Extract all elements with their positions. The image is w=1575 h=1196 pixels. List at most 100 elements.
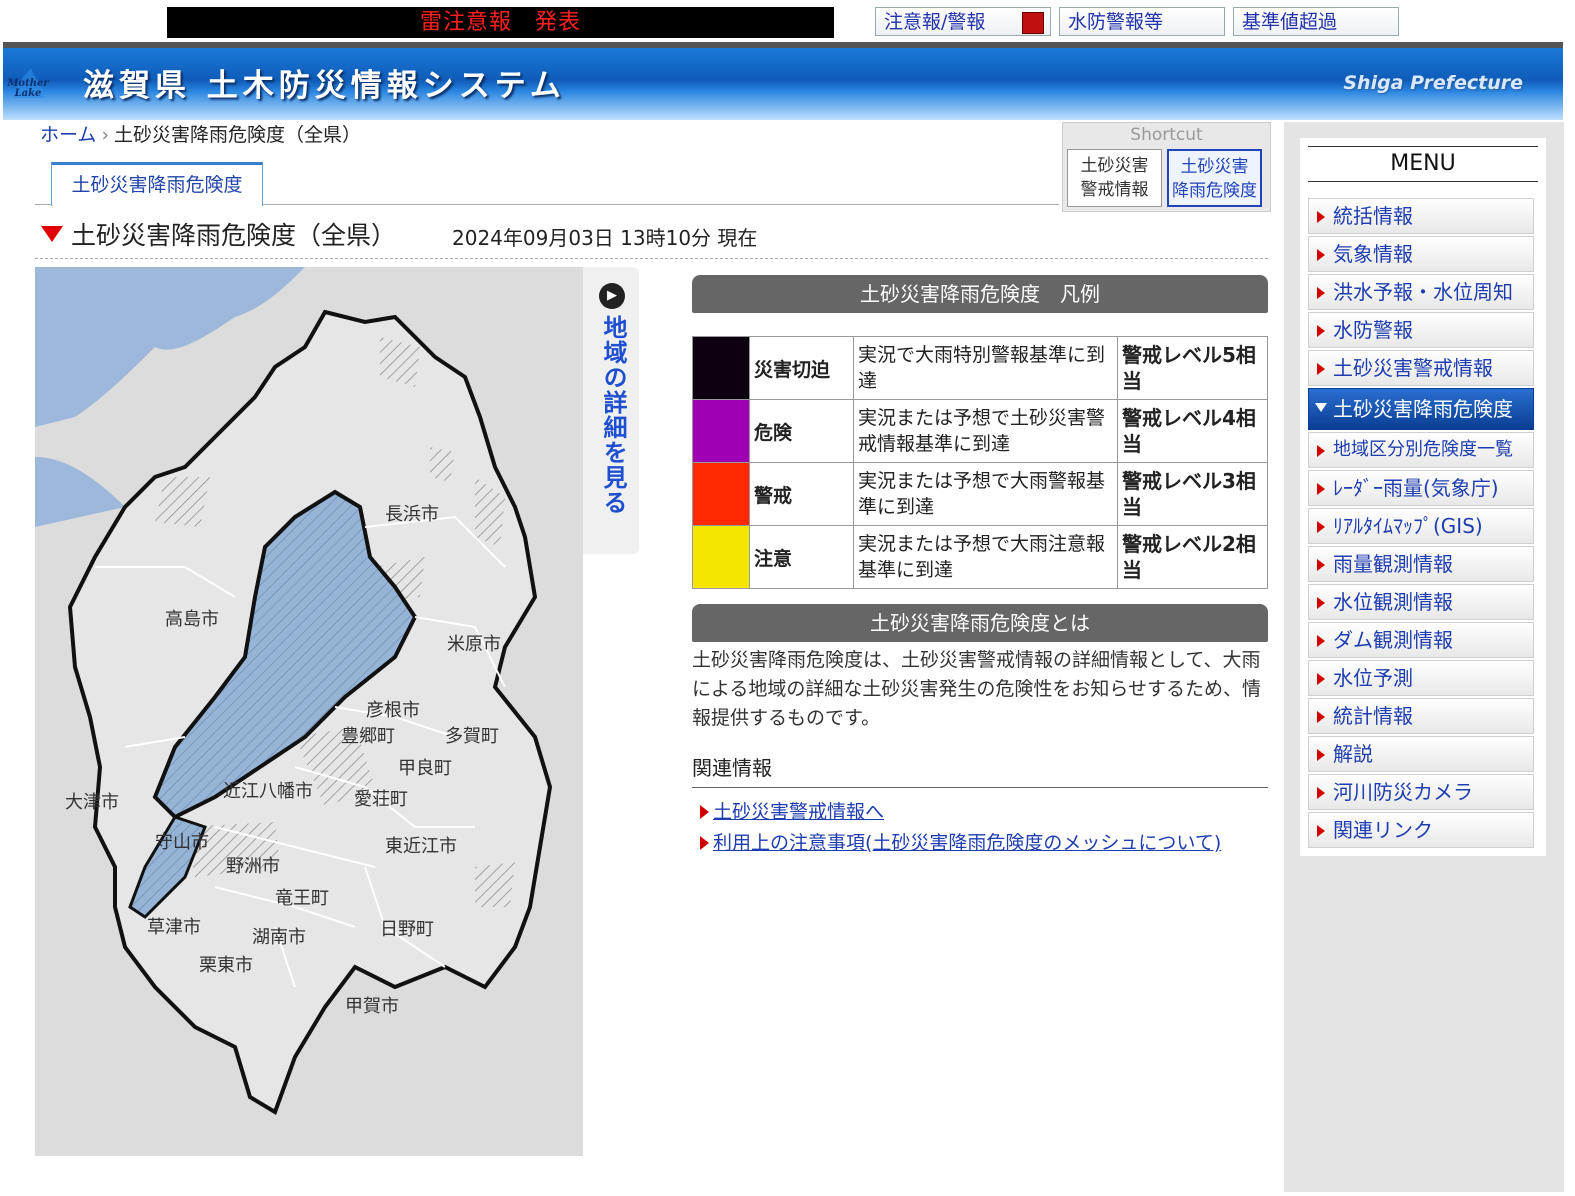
breadcrumb-home-link[interactable]: ホーム xyxy=(40,124,96,146)
menu-item-flood-forecast[interactable]: 洪水予報・水位周知 xyxy=(1308,274,1534,310)
related-link-landslide-alert[interactable]: 土砂災害警戒情報へ xyxy=(700,797,884,824)
menu-item-rain-observation[interactable]: 雨量観測情報 xyxy=(1308,546,1534,582)
threshold-exceeded-button[interactable]: 基準値超過 xyxy=(1233,7,1399,36)
map-label-ritto: 栗東市 xyxy=(199,955,253,976)
menu-item-area-risk-list[interactable]: 地域区分別危険度一覧 xyxy=(1308,432,1534,468)
legend-name: 警戒 xyxy=(749,462,854,526)
legend-desc: 実況または予想で土砂災害警戒情報基準に到達 xyxy=(853,399,1118,463)
legend-swatch-level2 xyxy=(692,525,750,589)
shortcut-rainfall-risk-button[interactable]: 土砂災害 降雨危険度 xyxy=(1167,149,1262,207)
legend-table: 災害切迫 実況で大雨特別警報基準に到達 警戒レベル5相当 危険 実況または予想で… xyxy=(692,336,1268,589)
menu-item-statistics[interactable]: 統計情報 xyxy=(1308,698,1534,734)
map-label-taga: 多賀町 xyxy=(445,726,499,747)
mother-lake-logo[interactable]: Mother Lake xyxy=(6,64,49,104)
related-link-usage-notes[interactable]: 利用上の注意事項(土砂災害降雨危険度のメッシュについて) xyxy=(700,828,1221,855)
shiga-map[interactable]: 長浜市 高島市 米原市 彦根市 豊郷町 多賀町 甲良町 近江八幡市 愛荘町 大津… xyxy=(35,267,583,1156)
map-graphic: 長浜市 高島市 米原市 彦根市 豊郷町 多賀町 甲良町 近江八幡市 愛荘町 大津… xyxy=(35,267,583,1156)
legend-desc: 実況または予想で大雨警報基準に到達 xyxy=(853,462,1118,526)
heading-triangle-icon xyxy=(41,226,63,242)
legend-row: 災害切迫 実況で大雨特別警報基準に到達 警戒レベル5相当 xyxy=(692,336,1268,400)
map-label-hikone: 彦根市 xyxy=(366,700,420,721)
shiga-prefecture-logo: Shiga Prefecture xyxy=(1343,72,1523,94)
map-label-koka: 甲賀市 xyxy=(345,996,399,1017)
shortcut-label-line2: 降雨危険度 xyxy=(1172,181,1257,201)
legend-title: 土砂災害降雨危険度 凡例 xyxy=(692,275,1268,313)
shortcut-label-line2: 警戒情報 xyxy=(1080,180,1149,200)
map-detail-label: 地域の詳細を見る xyxy=(599,315,627,515)
map-label-ryuo: 竜王町 xyxy=(275,888,329,909)
menu-item-water-forecast[interactable]: 水位予測 xyxy=(1308,660,1534,696)
menu-item-summary[interactable]: 統括情報 xyxy=(1308,198,1534,234)
map-label-toyosato: 豊郷町 xyxy=(341,726,395,747)
shortcut-label-line1: 土砂災害 xyxy=(1080,156,1149,176)
alert-banner[interactable]: 雷注意報 発表 xyxy=(167,7,834,38)
breadcrumb-separator-icon: › xyxy=(101,124,110,146)
menu-item-dam[interactable]: ダム観測情報 xyxy=(1308,622,1534,658)
warnings-button-label: 注意報/警報 xyxy=(884,11,986,33)
map-label-otsu: 大津市 xyxy=(65,792,119,813)
menu-item-water-level[interactable]: 水位観測情報 xyxy=(1308,584,1534,620)
observation-datetime: 2024年09月03日 13時10分 現在 xyxy=(452,226,758,250)
menu-item-radar[interactable]: ﾚｰﾀﾞｰ雨量(気象庁) xyxy=(1308,470,1534,506)
map-detail-button[interactable]: ▶ 地域の詳細を見る xyxy=(583,267,639,554)
svg-text:Lake: Lake xyxy=(14,88,42,99)
menu-item-related-links[interactable]: 関連リンク xyxy=(1308,812,1534,848)
legend-level: 警戒レベル3相当 xyxy=(1117,462,1268,526)
map-label-takashima: 高島市 xyxy=(165,609,219,630)
site-title: 滋賀県 土木防災情報システム xyxy=(83,68,566,104)
map-label-higashiomi: 東近江市 xyxy=(385,836,457,857)
legend-row: 注意 実況または予想で大雨注意報基準に到達 警戒レベル2相当 xyxy=(692,525,1268,589)
tab-strip: 土砂災害降雨危険度 xyxy=(35,162,1059,206)
menu-item-flood-warning[interactable]: 水防警報 xyxy=(1308,312,1534,348)
page-heading: 土砂災害降雨危険度（全県） 2024年09月03日 13時10分 現在 xyxy=(35,212,1268,259)
side-menu: MENU 統括情報 気象情報 洪水予報・水位周知 水防警報 土砂災害警戒情報 土… xyxy=(1300,138,1546,856)
about-title: 土砂災害降雨危険度とは xyxy=(692,604,1268,642)
play-circle-icon: ▶ xyxy=(599,283,625,309)
legend-name: 危険 xyxy=(749,399,854,463)
legend-desc: 実況で大雨特別警報基準に到達 xyxy=(853,336,1118,400)
legend-swatch-level3 xyxy=(692,462,750,526)
map-label-kusatsu: 草津市 xyxy=(147,917,201,938)
shortcut-landslide-alert-button[interactable]: 土砂災害 警戒情報 xyxy=(1067,149,1162,207)
map-label-maibara: 米原市 xyxy=(447,634,501,655)
map-label-moriyama: 守山市 xyxy=(155,832,209,853)
alert-flag-icon xyxy=(1022,12,1044,34)
legend-name: 災害切迫 xyxy=(749,336,854,400)
legend-level: 警戒レベル4相当 xyxy=(1117,399,1268,463)
menu-item-rainfall-risk[interactable]: 土砂災害降雨危険度 xyxy=(1308,388,1534,430)
menu-item-explanation[interactable]: 解説 xyxy=(1308,736,1534,772)
legend-name: 注意 xyxy=(749,525,854,589)
side-menu-panel: MENU 統括情報 気象情報 洪水予報・水位周知 水防警報 土砂災害警戒情報 土… xyxy=(1284,122,1564,1192)
breadcrumb-current: 土砂災害降雨危険度（全県） xyxy=(114,124,362,146)
tab-rainfall-risk[interactable]: 土砂災害降雨危険度 xyxy=(51,162,263,206)
map-label-hino: 日野町 xyxy=(380,919,434,940)
legend-swatch-level4 xyxy=(692,399,750,463)
menu-item-realtime-map[interactable]: ﾘｱﾙﾀｲﾑﾏｯﾌﾟ(GIS) xyxy=(1308,508,1534,544)
legend-row: 警戒 実況または予想で大雨警報基準に到達 警戒レベル3相当 xyxy=(692,462,1268,526)
legend-row: 危険 実況または予想で土砂災害警戒情報基準に到達 警戒レベル4相当 xyxy=(692,399,1268,463)
legend-swatch-level5 xyxy=(692,336,750,400)
menu-item-landslide-alert[interactable]: 土砂災害警戒情報 xyxy=(1308,350,1534,386)
top-alert-bar: 雷注意報 発表 注意報/警報 水防警報等 基準値超過 xyxy=(0,0,1575,40)
breadcrumb: ホーム › 土砂災害降雨危険度（全県） xyxy=(40,120,361,147)
menu-item-river-camera[interactable]: 河川防災カメラ xyxy=(1308,774,1534,810)
map-label-yasu: 野洲市 xyxy=(226,856,280,877)
menu-title: MENU xyxy=(1308,146,1538,182)
map-label-aisho: 愛荘町 xyxy=(354,789,408,810)
about-text: 土砂災害降雨危険度は、土砂災害警戒情報の詳細情報として、大雨による地域の詳細な土… xyxy=(692,649,1262,729)
shortcut-label-line1: 土砂災害 xyxy=(1180,157,1249,177)
map-label-konan: 湖南市 xyxy=(252,927,306,948)
legend-desc: 実況または予想で大雨注意報基準に到達 xyxy=(853,525,1118,589)
menu-item-weather[interactable]: 気象情報 xyxy=(1308,236,1534,272)
legend-level: 警戒レベル2相当 xyxy=(1117,525,1268,589)
legend-level: 警戒レベル5相当 xyxy=(1117,336,1268,400)
map-label-omihachiman: 近江八幡市 xyxy=(223,781,313,802)
flood-warnings-button[interactable]: 水防警報等 xyxy=(1059,7,1225,36)
map-label-kora: 甲良町 xyxy=(398,758,452,779)
shortcut-panel: Shortcut 土砂災害 警戒情報 土砂災害 降雨危険度 xyxy=(1062,122,1271,212)
lake-logo-icon: Mother Lake xyxy=(6,68,49,99)
map-label-nagahama: 長浜市 xyxy=(385,504,439,525)
page-title: 土砂災害降雨危険度（全県） xyxy=(71,221,397,250)
related-info-title: 関連情報 xyxy=(692,753,1268,788)
warnings-button[interactable]: 注意報/警報 xyxy=(875,7,1051,36)
